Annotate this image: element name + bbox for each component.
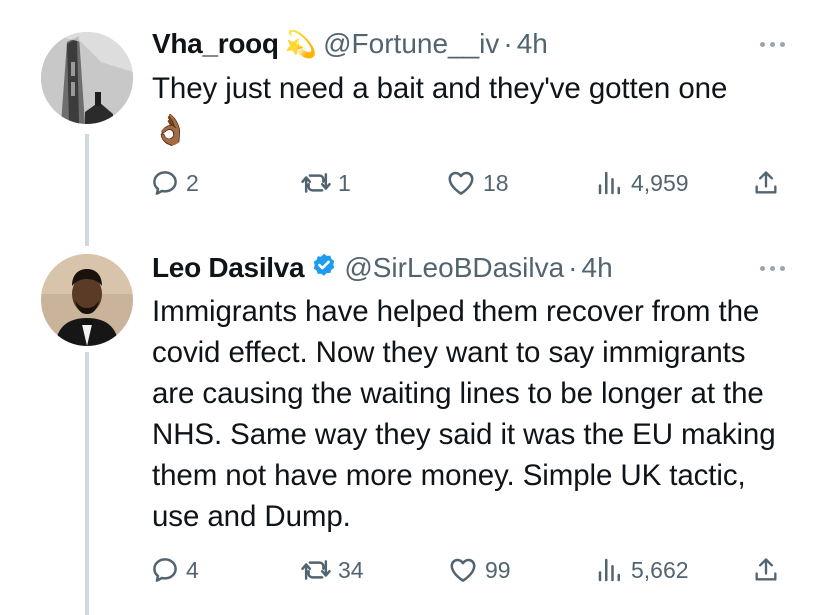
- retweet-icon: [301, 173, 331, 193]
- avatar-photo: [41, 32, 133, 124]
- avatar-photo: [41, 254, 133, 346]
- retweet-count: 1: [338, 169, 351, 196]
- tweet-actions: 2 1 18 4,959: [150, 168, 790, 202]
- views-button[interactable]: 5,662: [595, 555, 689, 585]
- avatar[interactable]: [41, 254, 133, 346]
- tweet[interactable]: Vha_rooq 💫 @Fortune__iv · 4h They just n…: [0, 0, 829, 240]
- tweet-text: Immigrants have helped them recover from…: [152, 295, 776, 533]
- user-handle[interactable]: @Fortune__iv: [323, 28, 499, 60]
- share-button[interactable]: [752, 168, 780, 198]
- share-icon: [755, 558, 777, 581]
- views-icon: [598, 558, 620, 582]
- share-button[interactable]: [752, 555, 780, 585]
- retweet-count: 34: [338, 556, 364, 583]
- share-icon: [755, 171, 777, 194]
- user-handle[interactable]: @SirLeoBDasilva: [344, 252, 564, 284]
- reply-icon: [153, 171, 177, 195]
- reply-icon: [153, 558, 177, 582]
- reply-button[interactable]: 2: [150, 168, 199, 198]
- avatar[interactable]: [41, 32, 133, 124]
- reply-count: 4: [186, 556, 199, 583]
- retweet-button[interactable]: 34: [300, 555, 364, 585]
- separator-dot: ·: [568, 252, 578, 283]
- like-button[interactable]: 18: [445, 168, 509, 198]
- timestamp[interactable]: 4h: [582, 252, 613, 284]
- more-options-icon[interactable]: [760, 42, 785, 47]
- like-count: 99: [485, 556, 511, 583]
- like-count: 18: [483, 169, 509, 196]
- tweet-text-content: They just need a bait and they've gotten…: [152, 72, 728, 105]
- tweet-text: They just need a bait and they've gotten…: [152, 68, 792, 153]
- tweet[interactable]: Leo Dasilva @SirLeoBDasilva · 4h Immigra…: [0, 240, 829, 615]
- reply-button[interactable]: 4: [150, 555, 199, 585]
- ok-hand-emoji-icon: 👌🏾: [152, 114, 190, 147]
- view-count: 4,959: [631, 169, 689, 196]
- tweet-actions: 4 34 99 5,662: [150, 555, 790, 589]
- display-name[interactable]: Leo Dasilva: [152, 252, 305, 284]
- view-count: 5,662: [631, 556, 689, 583]
- retweet-icon: [301, 560, 331, 580]
- views-icon: [598, 171, 620, 195]
- tweet-header: Leo Dasilva @SirLeoBDasilva · 4h: [152, 251, 613, 285]
- more-options-icon[interactable]: [760, 266, 785, 271]
- reply-count: 2: [186, 169, 199, 196]
- dizzy-emoji-icon: 💫: [284, 28, 318, 59]
- heart-icon: [450, 558, 476, 582]
- separator-dot: ·: [503, 28, 513, 59]
- display-name[interactable]: Vha_rooq: [152, 28, 279, 60]
- views-button[interactable]: 4,959: [595, 168, 689, 198]
- tweet-header: Vha_rooq 💫 @Fortune__iv · 4h: [152, 27, 548, 61]
- like-button[interactable]: 99: [447, 555, 511, 585]
- retweet-button[interactable]: 1: [300, 168, 351, 198]
- verified-badge-icon: [310, 252, 338, 285]
- timestamp[interactable]: 4h: [517, 28, 548, 60]
- heart-icon: [448, 171, 474, 195]
